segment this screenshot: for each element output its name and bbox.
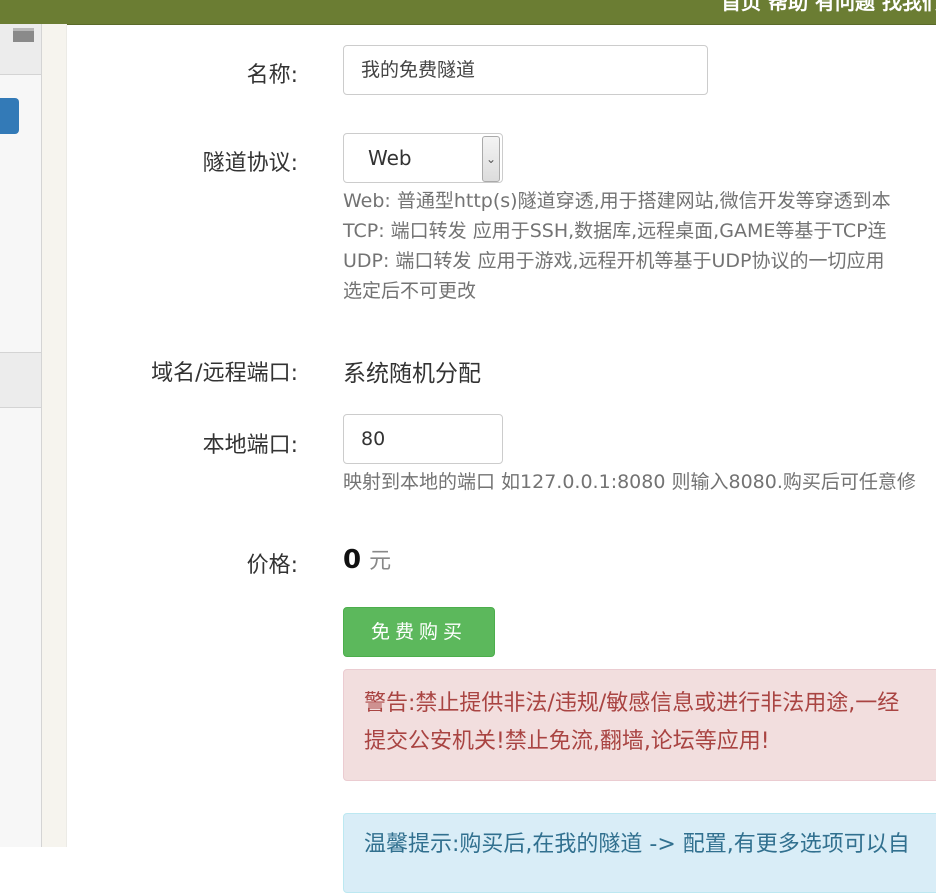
warning-alert: 警告:禁止提供非法/违规/敏感信息或进行非法用途,一经 提交公安机关!禁止免流,… <box>343 669 936 781</box>
name-input[interactable]: 我的免费隧道 <box>343 45 708 95</box>
protocol-selected-value: Web <box>368 146 412 170</box>
sidebar-toggle-button[interactable] <box>0 24 41 75</box>
remote-port-label: 域名/远程端口: <box>151 361 298 386</box>
menu-icon <box>13 28 34 42</box>
tip-alert: 温馨提示:购买后,在我的隧道 -> 配置,有更多选项可以自 <box>343 813 936 893</box>
price-label: 价格: <box>246 553 298 578</box>
protocol-help-web: Web: 普通型http(s)隧道穿透,用于搭建网站,微信开发等穿透到本 <box>343 190 891 212</box>
warning-line-1: 警告:禁止提供非法/违规/敏感信息或进行非法用途,一经 <box>364 691 900 716</box>
sidebar-item-active[interactable] <box>0 98 19 134</box>
local-port-label: 本地端口: <box>202 433 298 458</box>
name-label: 名称: <box>246 63 298 88</box>
navbar-links[interactable]: 首页 帮助 有问题 找我们 <box>721 0 936 15</box>
protocol-help-tcp: TCP: 端口转发 应用于SSH,数据库,远程桌面,GAME等基于TCP连 <box>343 220 887 242</box>
protocol-help: Web: 普通型http(s)隧道穿透,用于搭建网站,微信开发等穿透到本 TCP… <box>343 186 891 306</box>
sidebar <box>0 24 42 847</box>
chevron-down-icon[interactable]: ⌄ <box>482 136 500 182</box>
protocol-help-udp: UDP: 端口转发 应用于游戏,远程开机等基于UDP协议的一切应用 <box>343 250 885 272</box>
sidebar-section-header[interactable] <box>0 352 41 408</box>
price-unit: 元 <box>369 549 392 574</box>
price-amount: 0 <box>343 545 362 575</box>
remote-port-value: 系统随机分配 <box>343 361 481 387</box>
protocol-help-note: 选定后不可更改 <box>343 280 477 302</box>
protocol-label: 隧道协议: <box>202 151 298 176</box>
local-port-input[interactable]: 80 <box>343 414 503 464</box>
price-value: 0元 <box>343 543 391 575</box>
protocol-select[interactable]: Web ⌄ <box>343 133 503 183</box>
top-navbar: 首页 帮助 有问题 找我们 <box>0 0 936 25</box>
free-buy-button[interactable]: 免费购买 <box>343 607 495 657</box>
local-port-help: 映射到本地的端口 如127.0.0.1:8080 则输入8080.购买后可任意修 <box>343 471 916 493</box>
warning-line-2: 提交公安机关!禁止免流,翻墙,论坛等应用! <box>364 729 770 754</box>
content-gutter <box>42 24 67 847</box>
tip-text: 温馨提示:购买后,在我的隧道 -> 配置,有更多选项可以自 <box>364 832 910 857</box>
